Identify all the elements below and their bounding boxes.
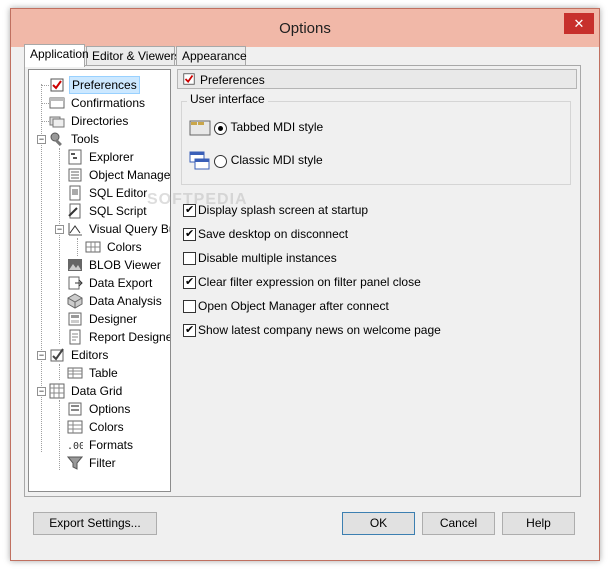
option-disable-multiple[interactable]: Disable multiple instances: [183, 250, 337, 268]
preferences-panel: Preferences User interface Tabbed MDI st…: [177, 69, 577, 489]
tree-item-label: Colors: [89, 420, 124, 434]
editors-expander[interactable]: −: [37, 351, 46, 360]
show-news-checkbox[interactable]: [183, 323, 196, 338]
tools-icon: [50, 132, 62, 147]
tree-item-label: Filter: [89, 456, 116, 470]
tree-item-label: Colors: [107, 240, 142, 254]
editors-icon: [50, 348, 64, 362]
object-manager-icon: [68, 168, 82, 182]
tabbed-mdi-label: Tabbed MDI style: [230, 120, 324, 135]
window-icon: [49, 97, 65, 109]
formats-icon: .00: [67, 441, 83, 452]
save-desktop-label: Save desktop on disconnect: [198, 227, 349, 241]
classic-mdi-label: Classic MDI style: [230, 153, 323, 168]
grid-options-icon: [68, 402, 82, 416]
panel-title: Preferences: [200, 73, 265, 87]
grid-colors-icon: [67, 420, 83, 434]
option-show-news[interactable]: Show latest company news on welcome page: [183, 322, 441, 340]
open-object-manager-label: Open Object Manager after connect: [198, 299, 389, 313]
panel-header: Preferences: [177, 69, 577, 89]
tree-item-label: Explorer: [89, 150, 134, 164]
classic-mdi-radio[interactable]: [214, 154, 228, 168]
tree-connector: [59, 400, 60, 470]
report-designer-icon: [69, 329, 81, 345]
tree-item-label: Directories: [71, 114, 129, 128]
title-bar[interactable]: Options ✕: [11, 9, 599, 47]
ok-button[interactable]: OK: [342, 512, 415, 535]
tree-item-label: Designer: [89, 312, 138, 326]
disable-multiple-checkbox[interactable]: [183, 252, 196, 266]
preferences-icon: [50, 78, 64, 92]
preferences-icon: [183, 73, 195, 85]
open-object-manager-checkbox[interactable]: [183, 300, 196, 314]
option-open-object-manager[interactable]: Open Object Manager after connect: [183, 298, 389, 316]
folders-icon: [49, 116, 65, 128]
grid-colors-icon: [85, 241, 101, 253]
disable-multiple-label: Disable multiple instances: [198, 251, 337, 265]
vqb-expander[interactable]: −: [55, 225, 64, 234]
save-desktop-checkbox[interactable]: [183, 227, 196, 242]
sql-script-icon: [68, 203, 81, 219]
tree-connector: [41, 121, 49, 122]
filter-icon: [67, 456, 83, 470]
tree-item-label: Data Export: [89, 276, 153, 290]
explorer-icon: [68, 149, 82, 165]
tree-connector: [59, 364, 60, 380]
watermark: SOFTPEDIA: [147, 191, 248, 208]
classic-mdi-option[interactable]: Classic MDI style: [189, 151, 323, 171]
tabbed-mdi-radio[interactable]: [214, 121, 228, 135]
show-news-label: Show latest company news on welcome page: [198, 323, 441, 337]
tab-appearance[interactable]: Appearance: [176, 46, 247, 66]
tree-item-label: Options: [89, 402, 131, 416]
tab-page: − − − − Preferences Confirmations Direct…: [24, 65, 581, 497]
classic-mdi-icon: [189, 151, 210, 170]
export-settings-button[interactable]: Export Settings...: [33, 512, 157, 535]
tree-connector: [59, 148, 60, 344]
tree-item-label: SQL Script: [89, 204, 147, 218]
svg-text:.00: .00: [67, 441, 83, 452]
tree-item-label: Editors: [71, 348, 109, 362]
tabbed-mdi-option[interactable]: Tabbed MDI style: [189, 119, 323, 139]
option-clear-filter[interactable]: Clear filter expression on filter panel …: [183, 274, 421, 292]
query-builder-icon: [68, 223, 82, 236]
tab-editor-viewers[interactable]: Editor & Viewers: [86, 46, 180, 66]
designer-icon: [68, 312, 82, 326]
tree-item-label: Data Grid: [71, 384, 123, 398]
window-title: Options: [279, 20, 331, 37]
tree-item-label: Data Analysis: [89, 294, 162, 308]
help-button[interactable]: Help: [502, 512, 575, 535]
cancel-button[interactable]: Cancel: [422, 512, 495, 535]
blob-viewer-icon: [68, 259, 82, 271]
tree-item-label: Formats: [89, 438, 134, 452]
tree-item-label: Confirmations: [71, 96, 146, 110]
tree-item-label: Visual Query Builder: [89, 222, 170, 236]
tree-item-label: SQL Editor: [89, 186, 148, 200]
data-export-icon: [68, 276, 83, 290]
clear-filter-checkbox[interactable]: [183, 275, 196, 290]
tree-item-label: Tools: [71, 132, 100, 146]
tree-item-label: Table: [89, 366, 118, 380]
tree-connector: [77, 238, 78, 256]
tree-item-label: BLOB Viewer: [89, 258, 161, 272]
options-tree[interactable]: − − − − Preferences Confirmations Direct…: [28, 69, 171, 492]
data-analysis-icon: [67, 293, 83, 309]
tree-item-label: Object Manager: [89, 168, 171, 182]
sql-editor-icon: [69, 185, 81, 201]
tree-connector: [41, 103, 49, 104]
close-button[interactable]: ✕: [564, 13, 594, 34]
user-interface-group: [181, 101, 571, 185]
option-save-desktop[interactable]: Save desktop on disconnect: [183, 226, 348, 244]
data-grid-expander[interactable]: −: [37, 387, 46, 396]
clear-filter-label: Clear filter expression on filter panel …: [198, 275, 421, 289]
table-icon: [67, 367, 83, 379]
tools-expander[interactable]: −: [37, 135, 46, 144]
options-dialog: Options ✕ Application Editor & Viewers A…: [10, 8, 600, 561]
tree-connector: [41, 85, 49, 86]
tree-item-label: Preferences: [69, 76, 140, 94]
tab-application[interactable]: Application: [24, 44, 89, 67]
data-grid-icon: [49, 383, 65, 399]
tree-item-label: Report Designer: [89, 330, 171, 344]
tabbed-mdi-icon: [189, 120, 211, 136]
group-label: User interface: [187, 92, 268, 106]
